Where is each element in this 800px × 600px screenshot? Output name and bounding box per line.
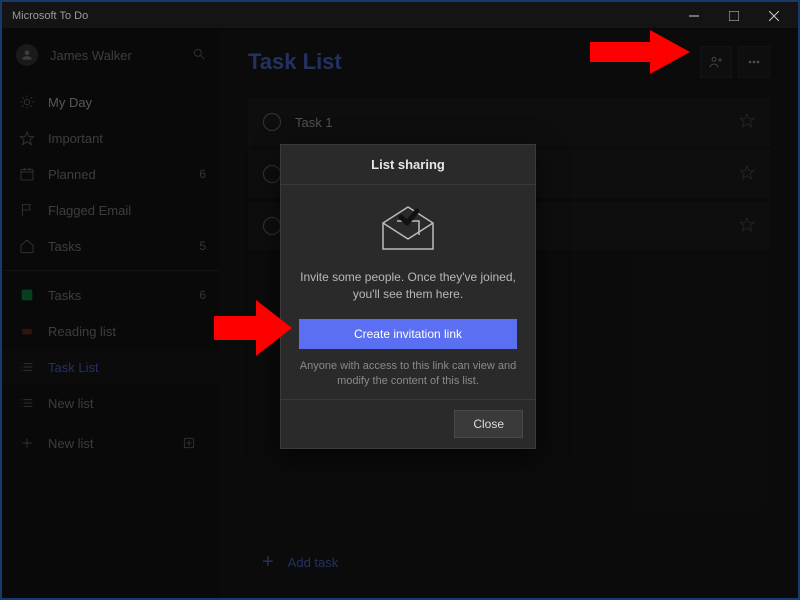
minimize-button[interactable] <box>674 3 714 29</box>
app-title: Microsoft To Do <box>6 10 674 22</box>
dialog-title: List sharing <box>281 145 535 185</box>
dialog-note: Anyone with access to this link can view… <box>299 359 517 390</box>
dialog-message: Invite some people. Once they've joined,… <box>299 269 517 303</box>
list-sharing-dialog: List sharing Invite some people. Once th… <box>280 144 536 449</box>
dialog-footer: Close <box>281 399 535 448</box>
envelope-check-icon <box>373 199 443 259</box>
create-invitation-link-button[interactable]: Create invitation link <box>299 319 517 349</box>
dialog-body: Invite some people. Once they've joined,… <box>281 185 535 399</box>
maximize-button[interactable] <box>714 3 754 29</box>
titlebar: Microsoft To Do <box>2 2 798 30</box>
close-dialog-button[interactable]: Close <box>454 410 523 438</box>
close-window-button[interactable] <box>754 3 794 29</box>
